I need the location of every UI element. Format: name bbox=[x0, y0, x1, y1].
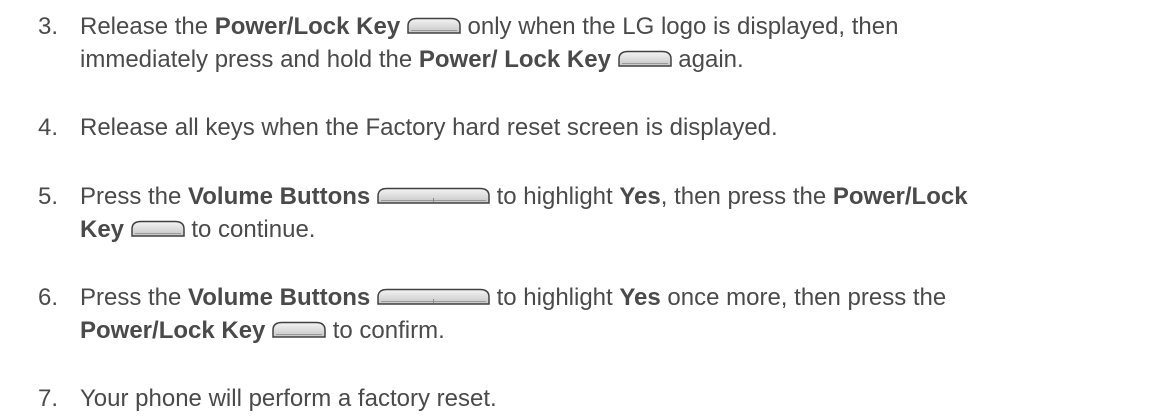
step-6: 6. Press the Volume Buttons to highlight… bbox=[38, 281, 1163, 347]
step-number: 3. bbox=[38, 13, 59, 40]
step-text: to continue. bbox=[184, 216, 316, 243]
step-number: 5. bbox=[38, 183, 59, 210]
volume-buttons-icon bbox=[377, 288, 490, 305]
step-text: Release all keys when the Factory hard r… bbox=[80, 114, 778, 141]
key-name: Key bbox=[80, 216, 125, 243]
step-text: to highlight bbox=[489, 183, 620, 210]
power-lock-key-icon bbox=[617, 50, 672, 67]
key-name: Volume Buttons bbox=[188, 284, 371, 311]
step-7: 7. Your phone will perform a factory res… bbox=[38, 382, 1163, 415]
step-text: Your phone will perform a factory reset. bbox=[80, 385, 497, 412]
step-text: Press the bbox=[80, 183, 189, 210]
power-lock-key-icon bbox=[407, 17, 461, 34]
step-line: immediately press and hold the Power/ Lo… bbox=[38, 43, 1163, 76]
key-name: Volume Buttons bbox=[188, 183, 371, 210]
step-text: to highlight bbox=[489, 284, 620, 311]
option-name: Yes bbox=[619, 183, 661, 210]
step-text: to confirm. bbox=[326, 317, 445, 344]
step-text: Press the bbox=[80, 284, 189, 311]
step-3: 3. Release the Power/Lock Key only when … bbox=[38, 10, 1163, 76]
step-5: 5. Press the Volume Buttons to highlight… bbox=[38, 180, 1163, 246]
step-line: Release the Power/Lock Key only when the… bbox=[38, 10, 1163, 43]
step-line: Press the Volume Buttons to highlight Ye… bbox=[38, 180, 1163, 213]
step-text: immediately press and hold the bbox=[80, 46, 419, 73]
step-line: Key to continue. bbox=[38, 213, 1163, 246]
key-name: Power/Lock Key bbox=[214, 13, 401, 40]
key-name: Power/Lock bbox=[832, 183, 968, 210]
power-lock-key-icon bbox=[272, 321, 326, 338]
step-number: 6. bbox=[38, 284, 59, 311]
step-line: Power/Lock Key to confirm. bbox=[38, 314, 1163, 347]
step-line: Press the Volume Buttons to highlight Ye… bbox=[38, 281, 1163, 314]
step-4: 4. Release all keys when the Factory har… bbox=[38, 111, 1163, 144]
option-name: Yes bbox=[619, 284, 661, 311]
step-text: again. bbox=[671, 46, 744, 73]
power-lock-key-icon bbox=[130, 220, 185, 237]
volume-buttons-icon bbox=[377, 187, 490, 204]
step-text: once more, then press the bbox=[660, 284, 947, 311]
instruction-list: 3. Release the Power/Lock Key only when … bbox=[0, 0, 1169, 417]
key-name: Power/ Lock Key bbox=[418, 46, 611, 73]
step-number: 7. bbox=[38, 385, 59, 412]
step-text: only when the LG logo is displayed, then bbox=[460, 13, 899, 40]
step-number: 4. bbox=[38, 114, 59, 141]
step-text: Release the bbox=[80, 13, 215, 40]
key-name: Power/Lock Key bbox=[80, 317, 266, 344]
step-text: , then press the bbox=[660, 183, 833, 210]
